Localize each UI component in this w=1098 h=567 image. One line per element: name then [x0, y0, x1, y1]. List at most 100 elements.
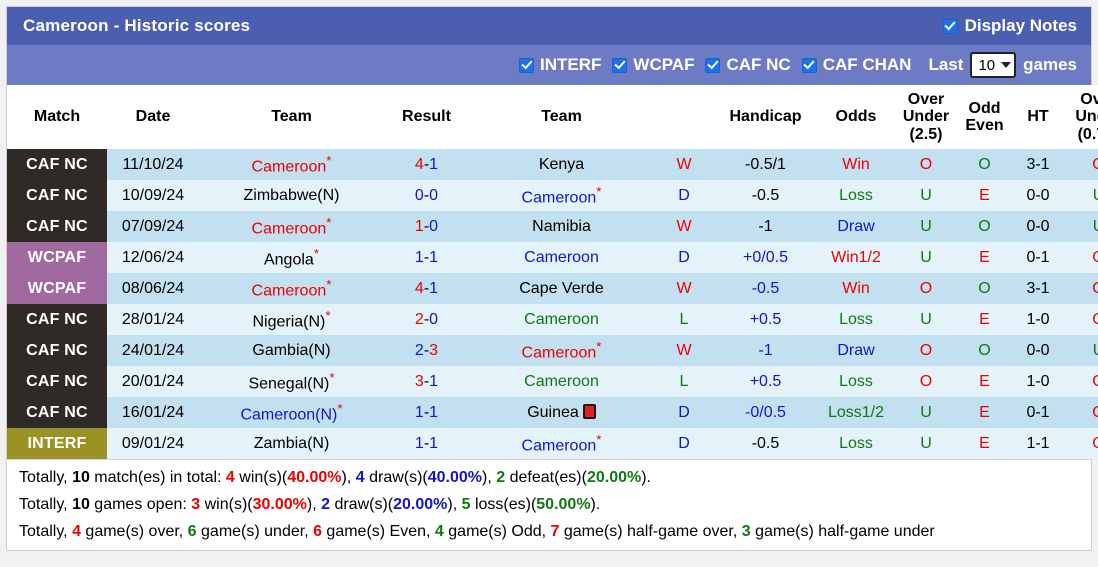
away-team-cell[interactable]: Cameroon*: [469, 180, 654, 211]
handicap-value: -0.5: [714, 180, 817, 211]
half-time-score: 3-1: [1012, 273, 1064, 304]
final-score[interactable]: 2-0: [384, 304, 469, 335]
match-date: 12/06/24: [107, 242, 199, 273]
table-row[interactable]: CAF NC 16/01/24 Cameroon(N)* 1-1 Guinea D -0/0…: [7, 397, 1098, 428]
home-team-cell[interactable]: Cameroon*: [199, 211, 384, 242]
away-team-cell[interactable]: Namibia: [469, 211, 654, 242]
table-row[interactable]: INTERF 09/01/24 Zambia(N) 1-1 Cameroon* D -0.5…: [7, 428, 1098, 459]
home-team-cell[interactable]: Cameroon*: [199, 273, 384, 304]
competition-badge[interactable]: WCPAF: [7, 273, 107, 304]
table-row[interactable]: CAF NC 11/10/24 Cameroon* 4-1 Kenya W -0.5/1 Wi…: [7, 149, 1098, 180]
away-team-cell[interactable]: Cameroon: [469, 242, 654, 273]
competition-badge[interactable]: CAF NC: [7, 211, 107, 242]
match-date: 08/06/24: [107, 273, 199, 304]
final-score[interactable]: 1-1: [384, 242, 469, 273]
wcpaf-checkbox[interactable]: [612, 57, 628, 73]
competition-badge[interactable]: INTERF: [7, 428, 107, 459]
final-score[interactable]: 4-1: [384, 273, 469, 304]
s3-t4: game(s) Even,: [321, 523, 435, 540]
s1-n3: 4: [355, 469, 365, 486]
away-team-cell[interactable]: Cameroon: [469, 366, 654, 397]
competition-badge[interactable]: CAF NC: [7, 149, 107, 180]
display-notes-toggle[interactable]: Display Notes: [942, 16, 1077, 36]
header-over-under-25[interactable]: Over Under (2.5): [895, 85, 957, 149]
away-team-cell[interactable]: Cape Verde: [469, 273, 654, 304]
header-handicap[interactable]: Handicap: [714, 85, 817, 149]
header-home-team[interactable]: Team: [199, 85, 384, 149]
over-under-075-value: O: [1064, 366, 1098, 397]
home-advantage-star-icon: *: [337, 400, 343, 416]
competition-badge[interactable]: WCPAF: [7, 242, 107, 273]
table-row[interactable]: CAF NC 10/09/24 Zimbabwe(N) 0-0 Cameroon* D -0…: [7, 180, 1098, 211]
caf-nc-label: CAF NC: [726, 55, 791, 74]
home-team-cell[interactable]: Gambia(N): [199, 335, 384, 366]
header-match[interactable]: Match: [7, 85, 107, 149]
table-row[interactable]: CAF NC 28/01/24 Nigeria(N)* 2-0 Cameroon L +0.…: [7, 304, 1098, 335]
home-team-name: Cameroon: [251, 158, 327, 176]
last-games-control: Last 10 games: [928, 52, 1077, 78]
table-row[interactable]: CAF NC 24/01/24 Gambia(N) 2-3 Cameroon* W -1 Dr…: [7, 335, 1098, 366]
header-ht[interactable]: HT: [1012, 85, 1064, 149]
header-away-team[interactable]: Team: [469, 85, 654, 149]
interf-checkbox[interactable]: [519, 57, 535, 73]
display-notes-checkbox[interactable]: [942, 18, 958, 34]
filter-caf-nc[interactable]: CAF NC: [705, 55, 791, 75]
games-count-select[interactable]: 10: [970, 52, 1017, 78]
competition-badge[interactable]: CAF NC: [7, 397, 107, 428]
home-team-cell[interactable]: Zimbabwe(N): [199, 180, 384, 211]
caf-chan-checkbox[interactable]: [801, 57, 817, 73]
home-team-cell[interactable]: Angola*: [199, 242, 384, 273]
away-team-cell[interactable]: Cameroon*: [469, 428, 654, 459]
filter-interf[interactable]: INTERF: [519, 55, 601, 75]
away-team-name: Namibia: [532, 217, 591, 235]
final-score[interactable]: 0-0: [384, 180, 469, 211]
header-date[interactable]: Date: [107, 85, 199, 149]
header-over-under-075[interactable]: Over Under (0.75): [1064, 85, 1098, 149]
handicap-value: -0.5: [714, 428, 817, 459]
header-odd-even[interactable]: Odd Even: [957, 85, 1012, 149]
final-score[interactable]: 2-3: [384, 335, 469, 366]
odd-even-value: O: [957, 273, 1012, 304]
home-team-cell[interactable]: Cameroon(N)*: [199, 397, 384, 428]
away-team-cell[interactable]: Cameroon*: [469, 335, 654, 366]
score-home: 1: [414, 403, 424, 421]
table-row[interactable]: CAF NC 20/01/24 Senegal(N)* 3-1 Cameroon L +0.…: [7, 366, 1098, 397]
score-away: 0: [429, 217, 439, 235]
away-team-cell[interactable]: Kenya: [469, 149, 654, 180]
home-team-cell[interactable]: Zambia(N): [199, 428, 384, 459]
caf-nc-checkbox[interactable]: [705, 57, 721, 73]
home-team-name: Zimbabwe(N): [243, 186, 340, 204]
s2-t4: ),: [306, 496, 322, 513]
away-team-name: Cameroon: [524, 372, 599, 390]
odds-result: Draw: [817, 211, 895, 242]
table-row[interactable]: WCPAF 12/06/24 Angola* 1-1 Cameroon D +0/0.5 Wi…: [7, 242, 1098, 273]
s3-t1: Totally,: [19, 523, 73, 540]
oe-line2: Even: [965, 117, 1004, 134]
final-score[interactable]: 4-1: [384, 149, 469, 180]
odds-result: Draw: [817, 335, 895, 366]
historic-scores-panel: Cameroon - Historic scores Display Notes…: [6, 6, 1098, 551]
home-team-cell[interactable]: Senegal(N)*: [199, 366, 384, 397]
competition-badge[interactable]: CAF NC: [7, 304, 107, 335]
handicap-value: +0/0.5: [714, 242, 817, 273]
final-score[interactable]: 3-1: [384, 366, 469, 397]
final-score[interactable]: 1-0: [384, 211, 469, 242]
final-score[interactable]: 1-1: [384, 397, 469, 428]
competition-badge[interactable]: CAF NC: [7, 180, 107, 211]
final-score[interactable]: 1-1: [384, 428, 469, 459]
filter-wcpaf[interactable]: WCPAF: [612, 55, 694, 75]
competition-badge[interactable]: CAF NC: [7, 335, 107, 366]
header-odds[interactable]: Odds: [817, 85, 895, 149]
home-team-name: Zambia(N): [253, 434, 330, 452]
table-row[interactable]: CAF NC 07/09/24 Cameroon* 1-0 Namibia W -1 Draw…: [7, 211, 1098, 242]
home-team-cell[interactable]: Nigeria(N)*: [199, 304, 384, 335]
filter-caf-chan[interactable]: CAF CHAN: [801, 55, 911, 75]
score-away: 1: [429, 155, 439, 173]
score-away: 1: [429, 434, 439, 452]
table-row[interactable]: WCPAF 08/06/24 Cameroon* 4-1 Cape Verde W -0.5…: [7, 273, 1098, 304]
away-team-cell[interactable]: Cameroon: [469, 304, 654, 335]
home-team-cell[interactable]: Cameroon*: [199, 149, 384, 180]
header-result[interactable]: Result: [384, 85, 469, 149]
competition-badge[interactable]: CAF NC: [7, 366, 107, 397]
away-team-cell[interactable]: Guinea: [469, 397, 654, 428]
